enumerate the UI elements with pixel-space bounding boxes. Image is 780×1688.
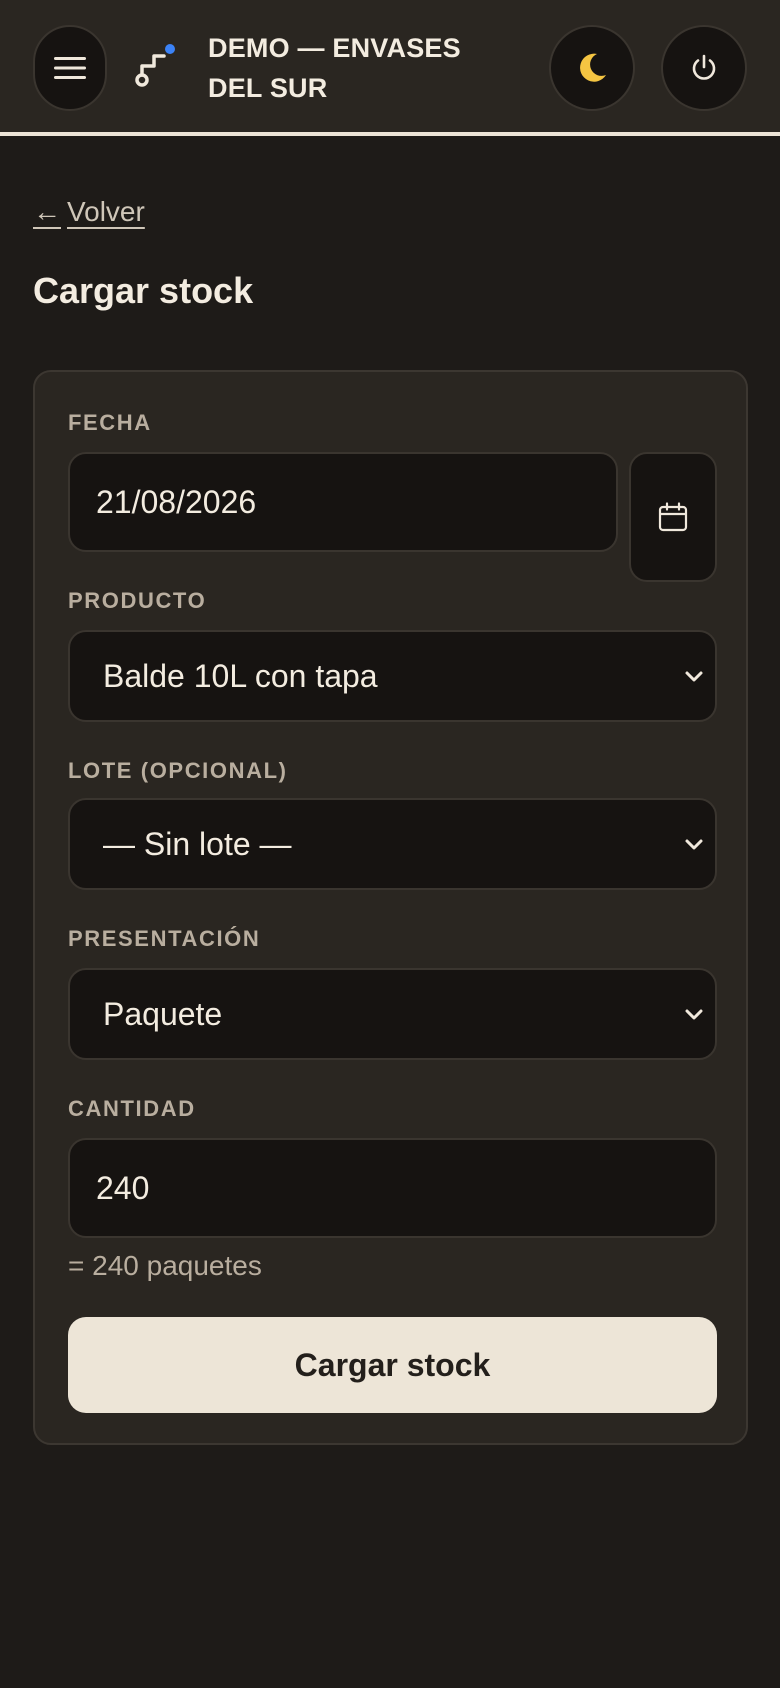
moon-icon — [580, 53, 606, 82]
cantidad-input[interactable]: 240 — [68, 1138, 717, 1238]
lote-label: LOTE (OPCIONAL) — [68, 758, 288, 783]
producto-select[interactable]: Balde 10L con tapa — [68, 630, 717, 722]
power-icon — [692, 54, 716, 80]
submit-button[interactable]: Cargar stock — [68, 1317, 717, 1413]
presentacion-label: PRESENTACIÓN — [68, 926, 261, 951]
chevron-down-icon — [685, 839, 703, 850]
presentacion-select[interactable]: Paquete — [68, 968, 717, 1060]
chevron-down-icon — [685, 1009, 703, 1020]
cantidad-label: CANTIDAD — [68, 1096, 196, 1121]
producto-value: Balde 10L con tapa — [103, 657, 378, 694]
chevron-down-icon — [685, 671, 703, 682]
stock-form: FECHA 21/08/2026 PRODUCTO Balde 10L con … — [33, 370, 748, 1445]
logout-button[interactable] — [661, 25, 747, 111]
top-bar: DEMO — ENVASES DEL SUR — [0, 0, 780, 136]
back-link[interactable]: ← Volver — [33, 196, 145, 228]
app-title: DEMO — ENVASES DEL SUR — [208, 33, 461, 103]
lote-select[interactable]: — Sin lote — — [68, 798, 717, 890]
producto-label: PRODUCTO — [68, 588, 207, 613]
fecha-value: 21/08/2026 — [96, 483, 257, 520]
cantidad-hint: = 240 paquetes — [68, 1250, 262, 1281]
lote-value: — Sin lote — — [103, 825, 292, 862]
presentacion-value: Paquete — [103, 995, 223, 1032]
fecha-input[interactable]: 21/08/2026 — [68, 452, 618, 552]
menu-icon — [54, 57, 86, 79]
calendar-button[interactable] — [629, 452, 717, 582]
back-link-label: Volver — [67, 196, 145, 227]
page-title: Cargar stock — [33, 270, 254, 311]
theme-toggle-button[interactable] — [549, 25, 635, 111]
menu-button[interactable] — [33, 25, 107, 111]
cantidad-value: 240 — [96, 1169, 150, 1206]
arrow-left-icon: ← — [33, 196, 61, 227]
calendar-icon — [658, 502, 688, 532]
fecha-label: FECHA — [68, 410, 152, 435]
logo-icon — [135, 44, 175, 87]
